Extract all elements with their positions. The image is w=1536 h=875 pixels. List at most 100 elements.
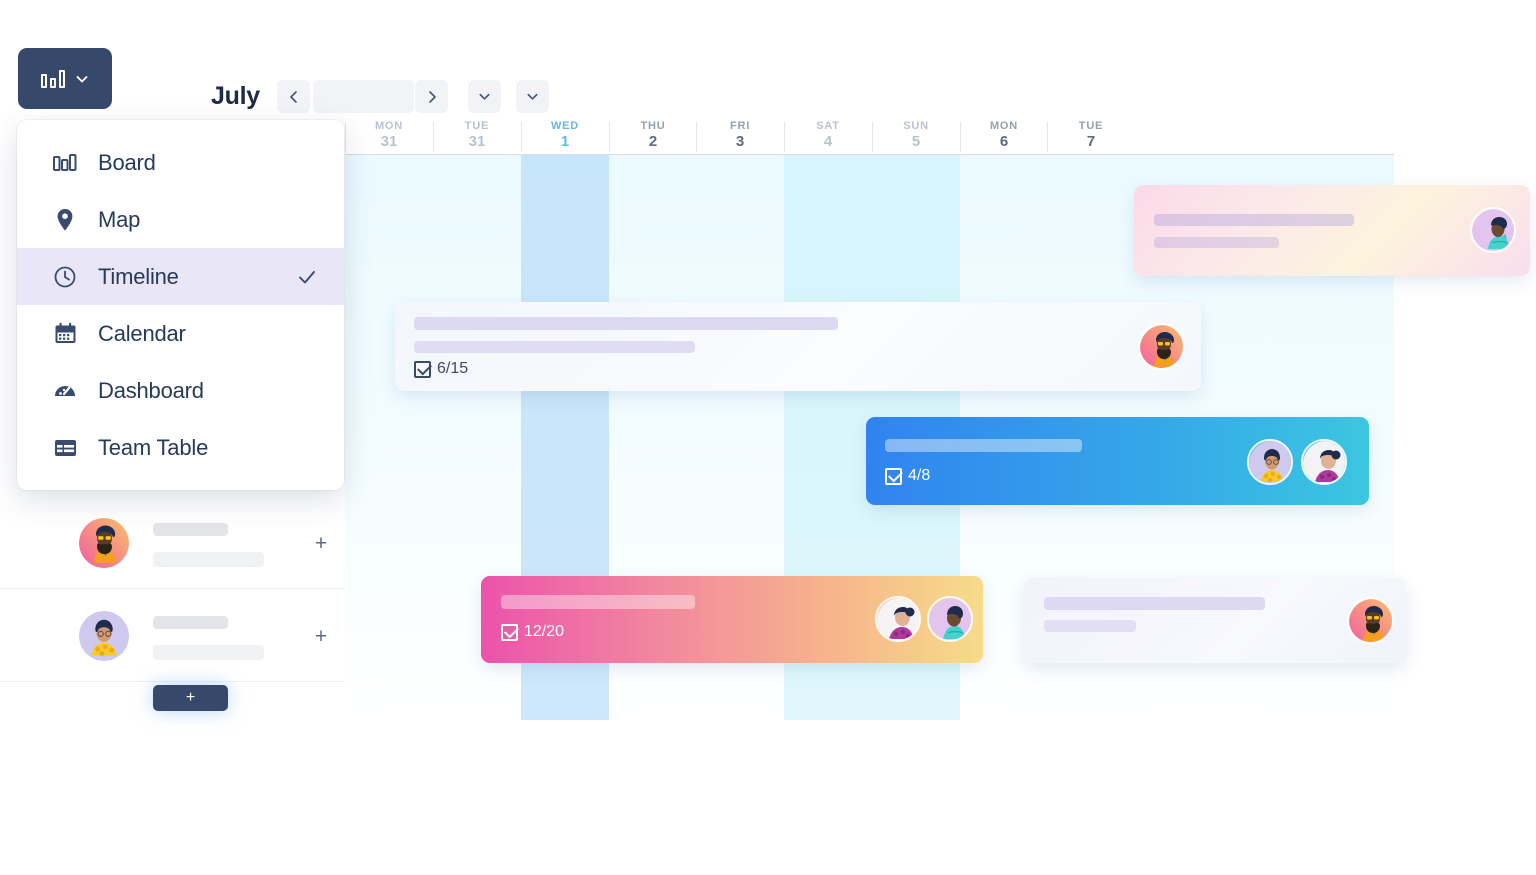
card-progress: 6/15 bbox=[414, 360, 468, 378]
day-name: MON bbox=[989, 120, 1019, 132]
card-title-placeholder bbox=[1154, 214, 1354, 226]
grid-column-mon-31 bbox=[345, 155, 433, 720]
day-cell[interactable]: THU 2 bbox=[609, 118, 697, 155]
avatar[interactable] bbox=[1247, 439, 1293, 485]
menu-item-label: Board bbox=[98, 149, 156, 175]
avatar[interactable] bbox=[875, 596, 921, 642]
day-header-row: MON 31 TUE 31 WED 1 THU 2 FRI 3 SAT 4 SU… bbox=[345, 118, 1394, 155]
day-number: 3 bbox=[735, 133, 745, 150]
day-name: THU bbox=[640, 120, 666, 132]
avatar[interactable] bbox=[1347, 597, 1394, 644]
row-title-placeholder bbox=[153, 523, 228, 536]
day-cell[interactable]: TUE 7 bbox=[1047, 118, 1135, 155]
card-title-placeholder bbox=[501, 595, 695, 609]
chevron-right-icon bbox=[428, 90, 436, 103]
previous-period-button[interactable] bbox=[277, 80, 310, 113]
day-name: TUE bbox=[1078, 120, 1104, 132]
timeline-card[interactable]: 4/8 bbox=[866, 417, 1369, 505]
panel-row[interactable]: + bbox=[0, 496, 345, 589]
day-name: TUE bbox=[464, 120, 490, 132]
add-task-button[interactable]: + bbox=[308, 530, 334, 556]
chevron-down-icon bbox=[74, 71, 90, 87]
day-name: MON bbox=[374, 120, 404, 132]
checkbox-icon bbox=[885, 467, 902, 485]
card-subtitle-placeholder bbox=[414, 341, 695, 353]
table-icon bbox=[53, 436, 77, 460]
timeline-card[interactable] bbox=[1134, 185, 1530, 276]
page-title: July bbox=[211, 82, 260, 110]
card-subtitle-placeholder bbox=[1154, 237, 1279, 248]
menu-item-label: Calendar bbox=[98, 320, 186, 346]
card-progress: 12/20 bbox=[501, 623, 564, 641]
card-title-placeholder bbox=[1044, 597, 1265, 610]
gauge-icon bbox=[53, 379, 77, 403]
zoom-level-dropdown[interactable] bbox=[468, 80, 501, 113]
timeline-card[interactable] bbox=[1024, 578, 1407, 663]
calendar-icon bbox=[53, 322, 77, 346]
day-name: SAT bbox=[816, 120, 840, 132]
avatar[interactable] bbox=[1138, 323, 1185, 370]
menu-item-calendar[interactable]: Calendar bbox=[17, 305, 344, 362]
day-number: 4 bbox=[823, 133, 833, 150]
day-number: 7 bbox=[1086, 133, 1096, 150]
menu-item-label: Map bbox=[98, 206, 141, 232]
add-task-button[interactable]: + bbox=[308, 623, 334, 649]
checkbox-icon bbox=[501, 623, 518, 641]
chevron-left-icon bbox=[289, 90, 297, 103]
card-title-placeholder bbox=[885, 439, 1082, 452]
timeline-app: MON 31 TUE 31 WED 1 THU 2 FRI 3 SAT 4 SU… bbox=[0, 0, 1536, 875]
day-number: 31 bbox=[380, 133, 398, 150]
panel-row[interactable]: + bbox=[0, 589, 345, 682]
card-subtitle-placeholder bbox=[1044, 620, 1136, 632]
date-range-placeholder bbox=[313, 80, 414, 113]
day-cell-today[interactable]: WED 1 bbox=[521, 118, 609, 155]
menu-item-map[interactable]: Map bbox=[17, 191, 344, 248]
view-switcher-button[interactable] bbox=[18, 48, 112, 109]
menu-item-label: Team Table bbox=[98, 434, 209, 460]
card-progress-text: 4/8 bbox=[908, 467, 931, 484]
menu-item-board[interactable]: Board bbox=[17, 134, 344, 191]
day-cell[interactable]: MON 6 bbox=[960, 118, 1048, 155]
clock-icon bbox=[53, 265, 77, 289]
view-switcher-menu: Board Map Timeline Calendar Dashboard Te… bbox=[17, 120, 344, 490]
chevron-down-icon bbox=[527, 93, 538, 100]
options-dropdown[interactable] bbox=[516, 80, 549, 113]
day-number: 2 bbox=[648, 133, 658, 150]
day-number: 6 bbox=[999, 133, 1009, 150]
add-row-button[interactable]: + bbox=[153, 685, 228, 711]
menu-item-label: Timeline bbox=[98, 263, 179, 289]
day-cell[interactable]: FRI 3 bbox=[696, 118, 784, 155]
day-cell-weekend[interactable]: SUN 5 bbox=[872, 118, 960, 155]
avatar[interactable] bbox=[79, 611, 129, 661]
row-title-placeholder bbox=[153, 616, 228, 629]
card-progress: 4/8 bbox=[885, 467, 930, 485]
card-progress-text: 6/15 bbox=[437, 360, 469, 377]
day-cell-weekend[interactable]: SAT 4 bbox=[784, 118, 872, 155]
row-subtitle-placeholder bbox=[153, 645, 264, 660]
board-icon bbox=[40, 69, 65, 88]
menu-item-dashboard[interactable]: Dashboard bbox=[17, 362, 344, 419]
menu-item-timeline[interactable]: Timeline bbox=[17, 248, 344, 305]
day-name: FRI bbox=[729, 120, 751, 132]
next-period-button[interactable] bbox=[415, 80, 448, 113]
avatar[interactable] bbox=[927, 596, 973, 642]
day-cell[interactable]: MON 31 bbox=[345, 118, 433, 155]
avatar[interactable] bbox=[1470, 207, 1516, 253]
card-progress-text: 12/20 bbox=[524, 623, 565, 640]
menu-item-label: Dashboard bbox=[98, 377, 204, 403]
timeline-card[interactable]: 12/20 bbox=[481, 576, 983, 663]
checkbox-icon bbox=[414, 360, 431, 378]
row-subtitle-placeholder bbox=[153, 552, 264, 567]
avatar[interactable] bbox=[79, 518, 129, 568]
day-number: 1 bbox=[560, 133, 570, 150]
board-icon bbox=[53, 151, 77, 175]
check-icon bbox=[296, 266, 318, 288]
day-name: WED bbox=[550, 120, 580, 132]
card-title-placeholder bbox=[414, 317, 838, 330]
day-cell[interactable]: TUE 31 bbox=[433, 118, 521, 155]
day-name: SUN bbox=[903, 120, 929, 132]
pin-icon bbox=[53, 208, 77, 232]
menu-item-team-table[interactable]: Team Table bbox=[17, 419, 344, 476]
timeline-card[interactable]: 6/15 bbox=[395, 302, 1201, 391]
avatar[interactable] bbox=[1301, 439, 1347, 485]
